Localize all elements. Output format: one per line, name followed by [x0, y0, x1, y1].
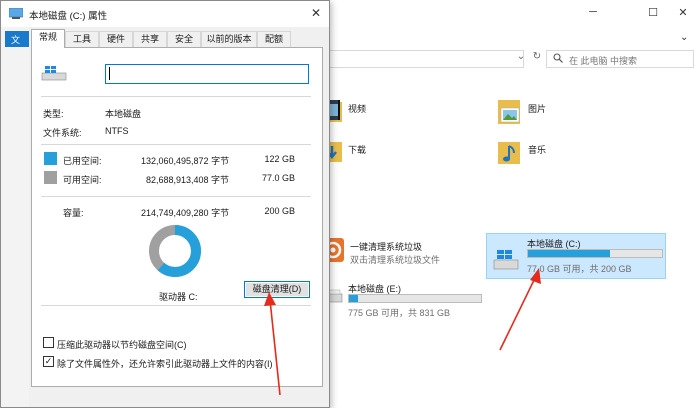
arrow-head	[530, 268, 541, 284]
tab-general[interactable]: 常规	[31, 29, 65, 48]
arrow-head	[264, 292, 276, 306]
arrow-to-cleanup-button	[269, 299, 281, 396]
arrow-to-c-drive	[499, 275, 537, 351]
annotation-arrows	[264, 268, 541, 396]
